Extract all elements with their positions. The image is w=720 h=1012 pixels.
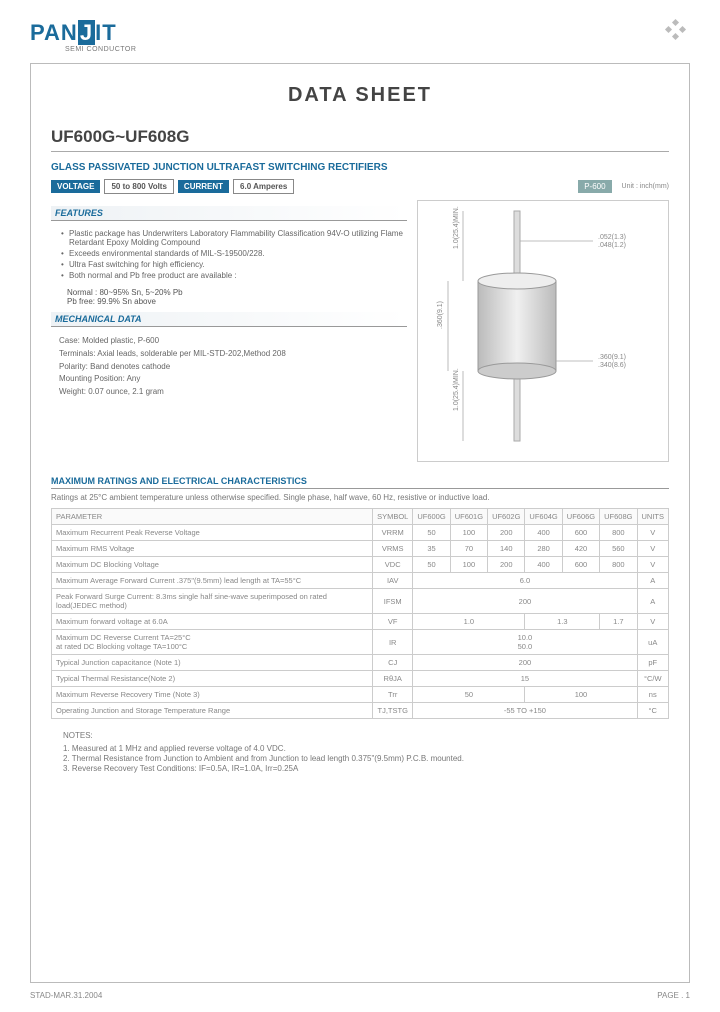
brand-name-2: J (78, 20, 95, 45)
feature-subitem: Pb free: 99.9% Sn above (51, 297, 407, 306)
feature-item: Plastic package has Underwriters Laborat… (61, 229, 407, 247)
table-row: Maximum forward voltage at 6.0AVF1.01.31… (52, 614, 669, 630)
package-badge: P-600 (578, 180, 611, 193)
footer-page: PAGE . 1 (657, 991, 690, 1000)
spec-row: VOLTAGE 50 to 800 Volts CURRENT 6.0 Ampe… (51, 179, 669, 194)
ratings-header-row: PARAMETER SYMBOL UF600G UF601G UF602G UF… (52, 509, 669, 525)
features-list: Plastic package has Underwriters Laborat… (51, 229, 407, 280)
mech-mounting: Mounting Position: Any (59, 373, 399, 386)
feature-item: Both normal and Pb free product are avai… (61, 271, 407, 280)
note-2: 2. Thermal Resistance from Junction to A… (63, 754, 669, 763)
brand-subtext: SEMI CONDUCTOR (65, 46, 136, 53)
features-header: FEATURES (51, 206, 407, 221)
decorative-dots-icon (662, 20, 690, 48)
table-row: Typical Junction capacitance (Note 1)CJ2… (52, 655, 669, 671)
unit-label: Unit : inch(mm) (622, 183, 669, 190)
voltage-value: 50 to 800 Volts (104, 179, 173, 194)
dim-body-d1: .360(9.1) (598, 354, 626, 361)
col-parameter: PARAMETER (52, 509, 373, 525)
table-row: Maximum Recurrent Peak Reverse VoltageVR… (52, 525, 669, 541)
feature-item: Ultra Fast switching for high efficiency… (61, 260, 407, 269)
table-row: Maximum Reverse Recovery Time (Note 3)Tr… (52, 687, 669, 703)
table-row: Maximum DC Reverse Current TA=25°C at ra… (52, 630, 669, 655)
col-p6: UF608G (600, 509, 637, 525)
voltage-label: VOLTAGE (51, 180, 100, 193)
table-row: Peak Forward Surge Current: 8.3ms single… (52, 589, 669, 614)
page-footer: STAD-MAR.31.2004 PAGE . 1 (30, 991, 690, 1000)
table-row: Typical Thermal Resistance(Note 2)RθJA15… (52, 671, 669, 687)
mechanical-header: MECHANICAL DATA (51, 312, 407, 327)
current-value: 6.0 Amperes (233, 179, 294, 194)
mech-polarity: Polarity: Band denotes cathode (59, 361, 399, 374)
mech-terminals: Terminals: Axial leads, solderable per M… (59, 348, 399, 361)
doc-description: GLASS PASSIVATED JUNCTION ULTRAFAST SWIT… (51, 162, 669, 173)
col-p4: UF604G (525, 509, 562, 525)
feature-subitem: Normal : 80~95% Sn, 5~20% Pb (51, 288, 407, 297)
header: PANJIT SEMI CONDUCTOR (30, 20, 690, 53)
ratings-note: Ratings at 25°C ambient temperature unle… (51, 493, 669, 502)
part-number: UF600G~UF608G (51, 127, 669, 152)
mech-weight: Weight: 0.07 ounce, 2.1 gram (59, 386, 399, 399)
package-drawing: 1.0(25.4)MIN. 1.0(25.4)MIN. .360(9.1) .0… (417, 200, 669, 462)
brand-name-1: PAN (30, 20, 78, 45)
dim-lead-len2: 1.0(25.4)MIN. (453, 368, 460, 411)
mechanical-data: Case: Molded plastic, P-600 Terminals: A… (51, 331, 407, 403)
note-1: 1. Measured at 1 MHz and applied reverse… (63, 744, 669, 753)
col-p2: UF601G (450, 509, 487, 525)
brand-name-3: IT (95, 20, 117, 45)
content-frame: DATA SHEET UF600G~UF608G GLASS PASSIVATE… (30, 63, 690, 983)
mech-case: Case: Molded plastic, P-600 (59, 335, 399, 348)
table-row: Maximum DC Blocking VoltageVDC5010020040… (52, 557, 669, 573)
feature-item: Exceeds environmental standards of MIL-S… (61, 249, 407, 258)
footer-date: STAD-MAR.31.2004 (30, 991, 102, 1000)
dim-body-d2: .340(8.6) (598, 362, 626, 369)
doc-title: DATA SHEET (51, 84, 669, 107)
col-p3: UF602G (488, 509, 525, 525)
dim-lead-dia2: .048(1.2) (598, 242, 626, 249)
notes-title: NOTES: (63, 731, 669, 740)
dim-lead-dia1: .052(1.3) (598, 234, 626, 241)
dim-lead-len: 1.0(25.4)MIN. (453, 206, 460, 249)
ratings-table: PARAMETER SYMBOL UF600G UF601G UF602G UF… (51, 508, 669, 719)
table-row: Operating Junction and Storage Temperatu… (52, 703, 669, 719)
dim-body-h1: .360(9.1) (437, 301, 444, 329)
col-p1: UF600G (413, 509, 450, 525)
col-symbol: SYMBOL (373, 509, 413, 525)
notes-block: NOTES: 1. Measured at 1 MHz and applied … (51, 731, 669, 773)
current-label: CURRENT (178, 180, 229, 193)
brand-logo: PANJIT SEMI CONDUCTOR (30, 20, 136, 53)
note-3: 3. Reverse Recovery Test Conditions: IF=… (63, 764, 669, 773)
col-units: UNITS (637, 509, 669, 525)
table-row: Maximum RMS VoltageVRMS3570140280420560V (52, 541, 669, 557)
table-row: Maximum Average Forward Current .375"(9.… (52, 573, 669, 589)
ratings-title: MAXIMUM RATINGS AND ELECTRICAL CHARACTER… (51, 476, 669, 489)
col-p5: UF606G (562, 509, 599, 525)
